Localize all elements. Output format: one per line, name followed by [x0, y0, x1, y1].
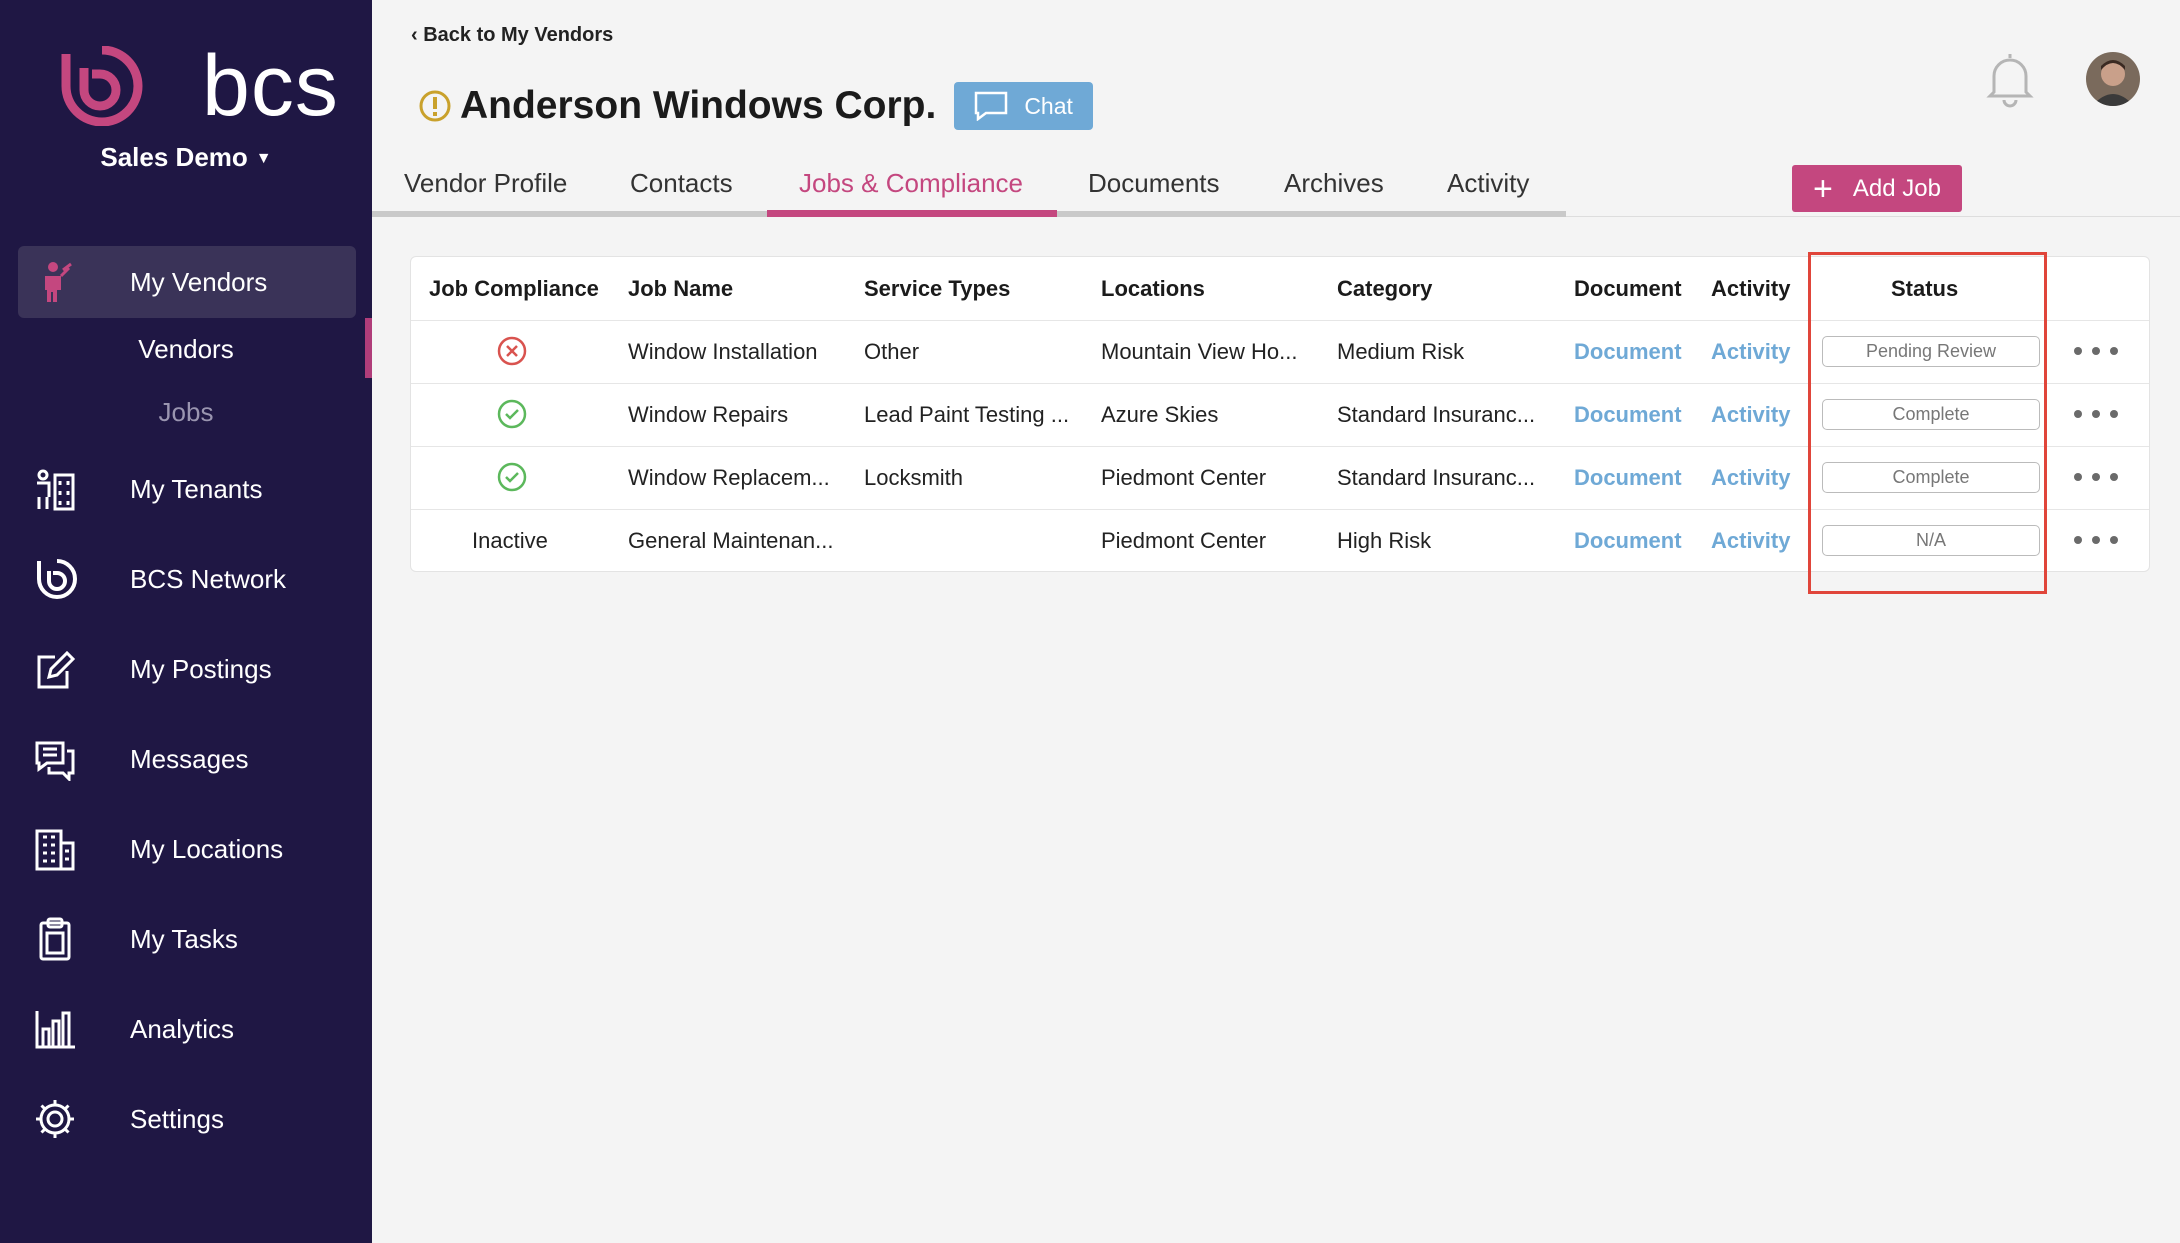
column-header-activity[interactable]: Activity	[1711, 276, 1790, 302]
sidebar-item-label: Analytics	[130, 1013, 235, 1044]
sidebar-item-label: Settings	[130, 1103, 224, 1134]
tab-jobs-compliance[interactable]: Jobs & Compliance	[799, 168, 1023, 199]
sidebar-item-label: My Tasks	[130, 923, 238, 954]
postings-icon	[30, 644, 80, 694]
gear-icon	[30, 1094, 80, 1144]
chat-bubble-icon	[975, 91, 1008, 121]
sidebar-item-messages[interactable]: Messages	[18, 723, 356, 795]
brand-logo[interactable]: bcs	[58, 38, 339, 134]
tab-contacts[interactable]: Contacts	[630, 168, 733, 199]
back-to-vendors-link[interactable]: ‹ Back to My Vendors	[411, 24, 613, 47]
activity-link[interactable]: Activity	[1711, 402, 1790, 428]
sidebar-item-my-postings[interactable]: My Postings	[18, 633, 356, 705]
row-actions-menu-icon[interactable]	[2074, 344, 2118, 358]
bar-chart-icon	[30, 1004, 80, 1054]
tab-activity[interactable]: Activity	[1447, 168, 1529, 199]
service-types-cell: Other	[864, 339, 920, 364]
user-avatar[interactable]	[2086, 52, 2140, 106]
plus-icon: +	[1813, 169, 1833, 208]
sidebar-item-label: My Postings	[130, 653, 272, 684]
location-cell: Piedmont Center	[1101, 528, 1267, 553]
category-cell: Standard Insuranc...	[1337, 465, 1536, 490]
vendor-header: Anderson Windows Corp. Chat	[418, 82, 1093, 130]
sidebar-item-label: My Tenants	[130, 473, 263, 504]
sidebar: bcs Sales Demo ▼ My Vendors Vendors Jobs …	[0, 0, 372, 1243]
location-cell: Azure Skies	[1101, 402, 1219, 427]
chat-label: Chat	[1024, 92, 1073, 119]
sidebar-item-my-tasks[interactable]: My Tasks	[18, 903, 356, 975]
activity-link[interactable]: Activity	[1711, 528, 1790, 554]
column-header-locations[interactable]: Locations	[1101, 276, 1205, 302]
service-types-cell: Locksmith	[864, 465, 964, 490]
document-link[interactable]: Document	[1574, 465, 1682, 491]
brand-name: bcs	[202, 38, 339, 134]
job-name-cell: Window Repairs	[628, 402, 789, 427]
activity-link[interactable]: Activity	[1711, 465, 1790, 491]
messages-icon	[30, 734, 80, 784]
job-name-cell: Window Installation	[628, 339, 818, 364]
sidebar-item-label: My Locations	[130, 833, 284, 864]
location-cell: Mountain View Ho...	[1101, 339, 1298, 364]
vendor-name: Anderson Windows Corp.	[460, 84, 937, 127]
clipboard-icon	[30, 914, 80, 964]
bcs-network-icon	[30, 554, 80, 604]
document-link[interactable]: Document	[1574, 339, 1682, 365]
caret-down-icon: ▼	[255, 150, 272, 168]
row-actions-menu-icon[interactable]	[2074, 407, 2118, 421]
active-tab-indicator	[767, 210, 1057, 217]
sidebar-item-label: My Vendors	[130, 266, 268, 297]
service-types-cell: Lead Paint Testing ...	[864, 402, 1070, 427]
active-subitem-indicator	[365, 318, 372, 378]
add-job-button[interactable]: + Add Job	[1792, 165, 1962, 212]
tab-documents[interactable]: Documents	[1088, 168, 1220, 199]
bell-icon[interactable]	[1984, 50, 2036, 108]
compliant-check-icon	[497, 462, 527, 492]
sidebar-item-analytics[interactable]: Analytics	[18, 993, 356, 1065]
column-header-job-name[interactable]: Job Name	[628, 276, 733, 302]
row-actions-menu-icon[interactable]	[2074, 533, 2118, 547]
document-link[interactable]: Document	[1574, 528, 1682, 554]
job-name-cell: General Maintenan...	[628, 528, 834, 553]
vendor-person-icon	[30, 257, 80, 307]
sidebar-item-label: Messages	[130, 743, 249, 774]
category-cell: Medium Risk	[1337, 339, 1465, 364]
column-header-document[interactable]: Document	[1574, 276, 1682, 302]
vendor-tabs: Vendor Profile Contacts Jobs & Complianc…	[372, 160, 1566, 217]
activity-link[interactable]: Activity	[1711, 339, 1790, 365]
user-photo-icon	[2086, 52, 2140, 106]
warning-icon	[419, 90, 451, 122]
add-job-label: Add Job	[1852, 174, 1941, 202]
document-link[interactable]: Document	[1574, 402, 1682, 428]
location-cell: Piedmont Center	[1101, 465, 1267, 490]
bcs-logo-icon	[61, 46, 143, 126]
chat-button[interactable]: Chat	[954, 82, 1093, 130]
sidebar-item-my-vendors[interactable]: My Vendors	[18, 246, 356, 318]
column-header-category[interactable]: Category	[1337, 276, 1432, 302]
sidebar-item-settings[interactable]: Settings	[18, 1083, 356, 1155]
tab-archives[interactable]: Archives	[1284, 168, 1384, 199]
tab-vendor-profile[interactable]: Vendor Profile	[404, 168, 567, 199]
sidebar-item-bcs-network[interactable]: BCS Network	[18, 543, 356, 615]
sidebar-subitem-jobs[interactable]: Jobs	[0, 397, 372, 428]
sidebar-item-my-locations[interactable]: My Locations	[18, 813, 356, 885]
category-cell: High Risk	[1337, 528, 1432, 553]
tenants-icon	[30, 464, 80, 514]
org-switcher[interactable]: Sales Demo ▼	[0, 142, 372, 173]
sidebar-item-label: BCS Network	[130, 563, 287, 594]
compliant-check-icon	[497, 399, 527, 429]
org-name: Sales Demo	[100, 142, 248, 172]
status-column-highlight	[1808, 252, 2047, 594]
building-icon	[30, 824, 80, 874]
sidebar-item-my-tenants[interactable]: My Tenants	[18, 453, 356, 525]
row-actions-menu-icon[interactable]	[2074, 470, 2118, 484]
column-header-service-types[interactable]: Service Types	[864, 276, 1010, 302]
sidebar-subitem-vendors[interactable]: Vendors	[0, 334, 372, 365]
header-divider	[1566, 216, 2180, 217]
category-cell: Standard Insuranc...	[1337, 402, 1536, 427]
column-header-job-compliance[interactable]: Job Compliance	[429, 276, 599, 302]
non-compliant-x-icon	[497, 336, 527, 366]
compliance-status-text: Inactive	[472, 528, 548, 553]
job-name-cell: Window Replacem...	[628, 465, 830, 490]
